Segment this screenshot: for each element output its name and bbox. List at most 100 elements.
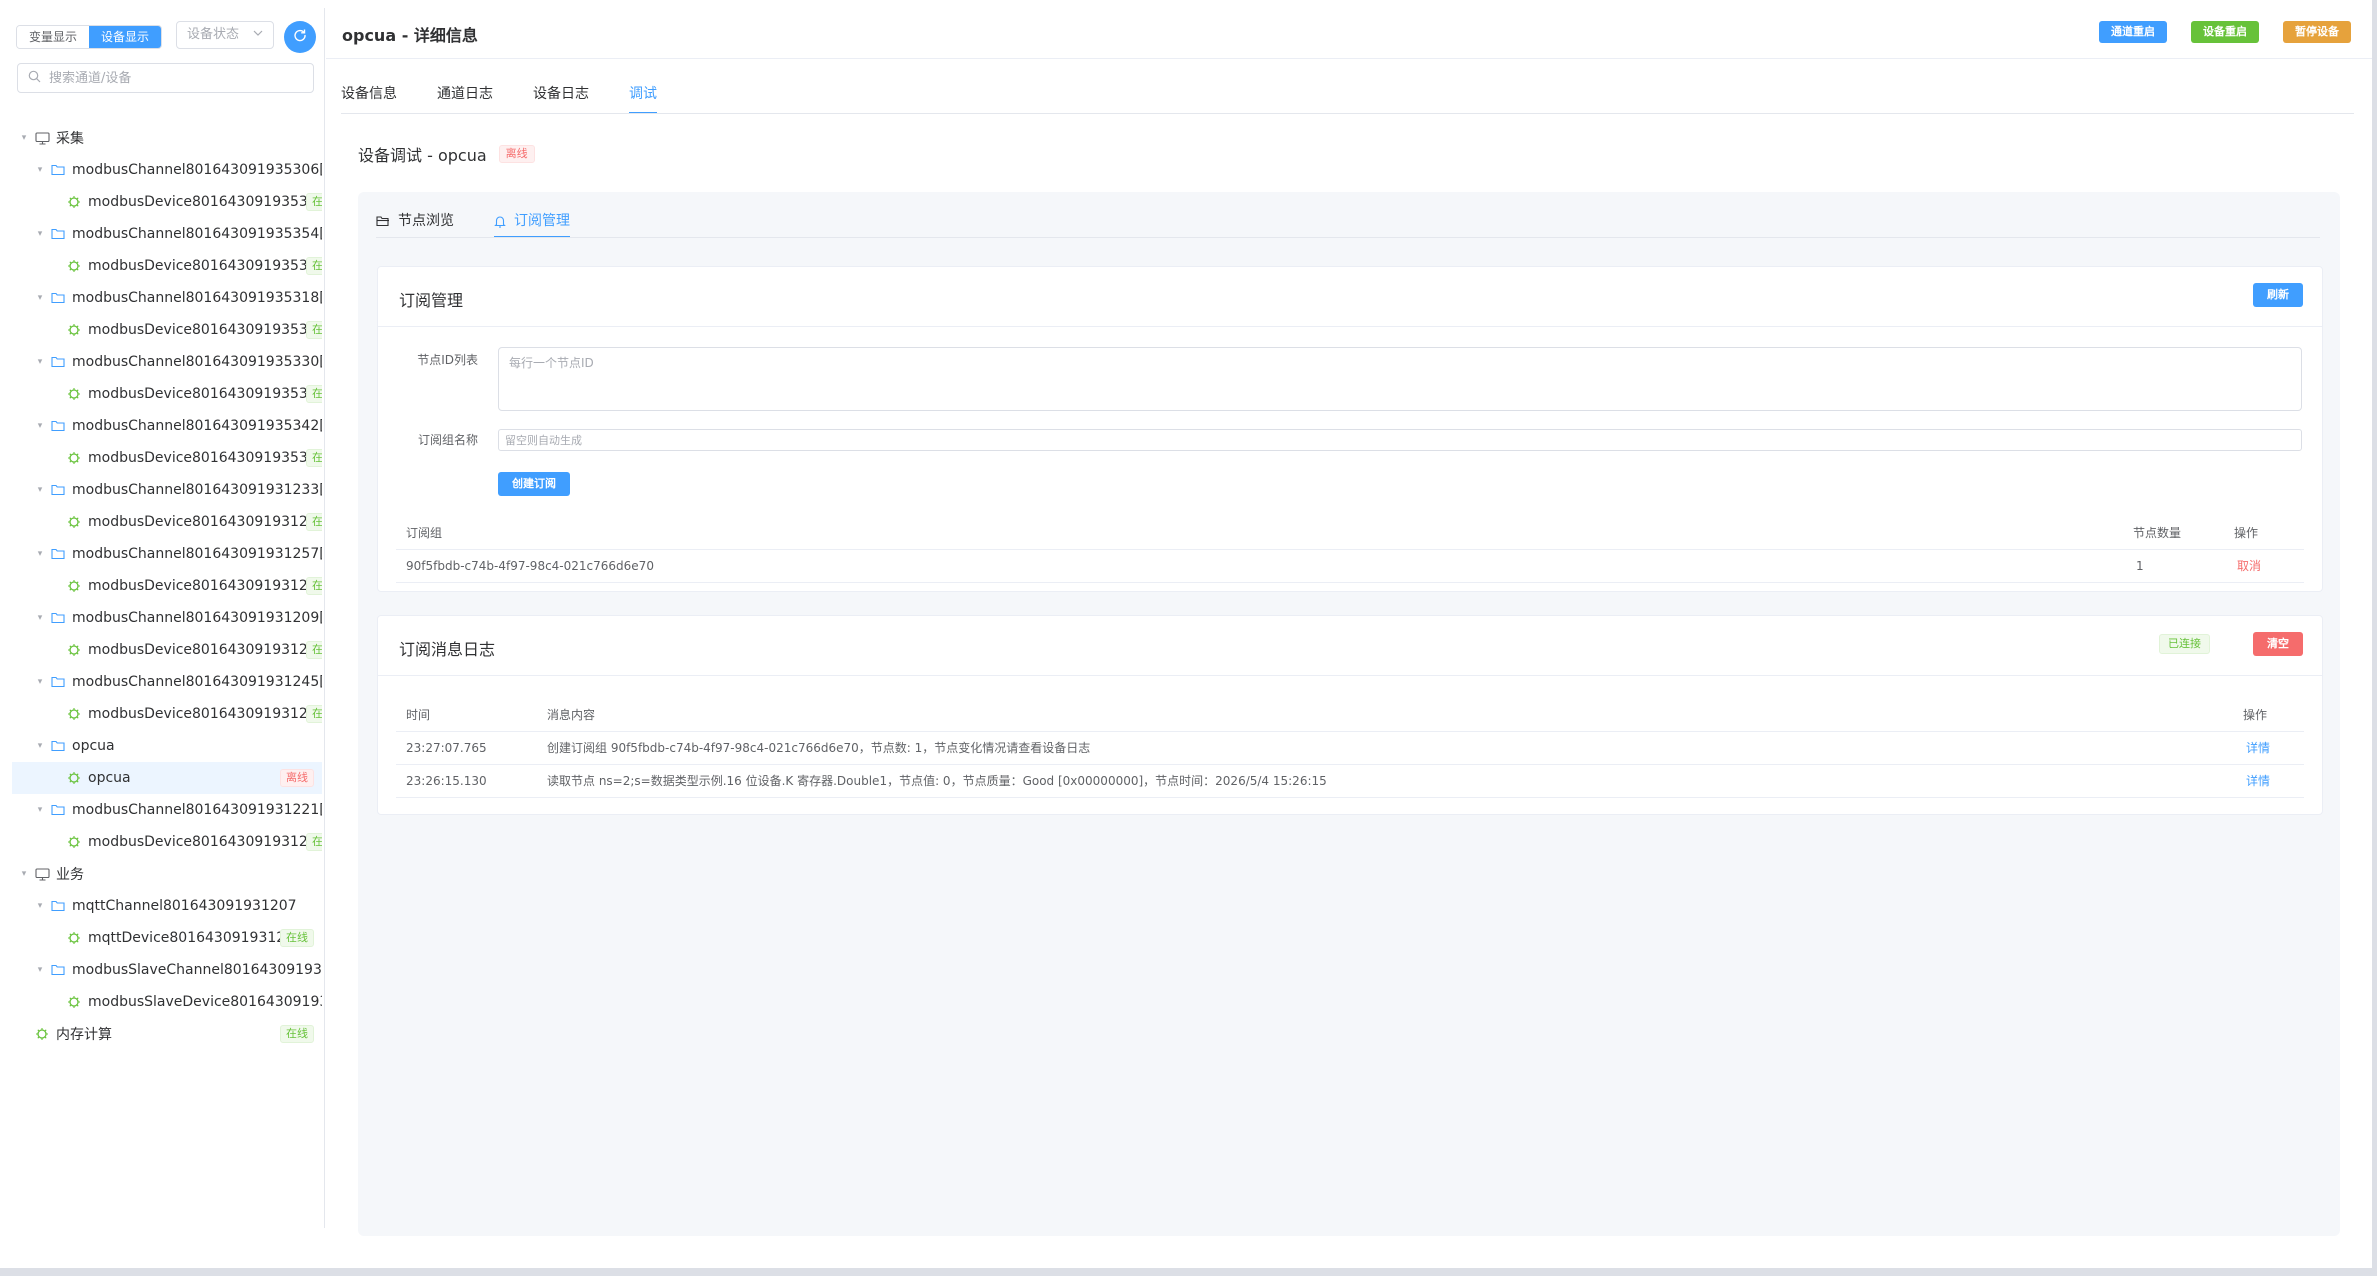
tree-node-channel[interactable]: ▾ modbusChannel801643091931233[12 xyxy=(12,474,322,506)
clear-log-button[interactable]: 清空 xyxy=(2253,632,2303,656)
tree-node-label: modbusChannel801643091935342[12 xyxy=(72,418,322,434)
caret-down-icon[interactable]: ▾ xyxy=(34,612,46,624)
tree-node-device[interactable]: modbusDevice801643091935331在线 xyxy=(12,378,322,410)
tree-node-root[interactable]: ▾ 业务 xyxy=(12,858,322,890)
tree-node-device[interactable]: modbusDevice801643091931246在线 xyxy=(12,698,322,730)
search-input[interactable] xyxy=(47,69,301,87)
tree-node-leaf-root[interactable]: 内存计算 在线 xyxy=(12,1018,322,1050)
device-status-select[interactable]: 设备状态 xyxy=(176,21,274,49)
caret-down-icon[interactable]: ▾ xyxy=(34,356,46,368)
caret-down-icon[interactable]: ▾ xyxy=(34,740,46,752)
tree-node-label: 内存计算 xyxy=(56,1027,112,1043)
col-message: 消息内容 xyxy=(547,708,596,722)
tree-node-device[interactable]: modbusDevice801643091935307在线 xyxy=(12,186,322,218)
restart-channel-button[interactable]: 通道重启 xyxy=(2099,21,2167,43)
detail-link[interactable]: 详情 xyxy=(2246,765,2270,797)
subscription-card-title: 订阅管理 xyxy=(399,291,464,310)
pause-device-button[interactable]: 暂停设备 xyxy=(2283,21,2351,43)
caret-down-icon[interactable]: ▾ xyxy=(34,676,46,688)
create-subscription-button[interactable]: 创建订阅 xyxy=(498,472,570,496)
device-chip-icon xyxy=(66,514,82,530)
tree-node-device[interactable]: modbusDevice801643091931258在线 xyxy=(12,570,322,602)
caret-down-icon[interactable]: ▾ xyxy=(34,420,46,432)
subtab-node-browse[interactable]: 节点浏览 xyxy=(376,206,454,236)
tree-node-channel[interactable]: ▾ opcua xyxy=(12,730,322,762)
page-header: opcua - 详细信息 通道重启 设备重启 暂停设备 xyxy=(326,8,2372,59)
folder-icon xyxy=(50,226,66,242)
cancel-subscription-link[interactable]: 取消 xyxy=(2237,550,2261,582)
tree-node-device[interactable]: modbusDevice801643091935355在线 xyxy=(12,250,322,282)
caret-down-icon[interactable]: ▾ xyxy=(34,964,46,976)
cell-message: 创建订阅组 90f5fbdb-c74b-4f97-98c4-021c766d6e… xyxy=(547,741,1091,755)
status-badge: 在线 xyxy=(280,929,314,947)
tab-channel-log[interactable]: 通道日志 xyxy=(437,80,493,112)
caret-down-icon[interactable]: ▾ xyxy=(34,164,46,176)
tree-node-device[interactable]: modbusDevice801643091935319在线 xyxy=(12,314,322,346)
tree-node-channel[interactable]: ▾ modbusChannel801643091931245[12 xyxy=(12,666,322,698)
tree-node-device[interactable]: modbusDevice801643091935343在线 xyxy=(12,442,322,474)
tab-device-log[interactable]: 设备日志 xyxy=(533,80,589,112)
tree-node-label: mqttDevice801643091931208 xyxy=(88,930,303,946)
tree-node-channel[interactable]: ▾ modbusChannel801643091935330[12 xyxy=(12,346,322,378)
folder-open-icon xyxy=(376,215,390,227)
node-ids-textarea[interactable] xyxy=(498,347,2302,411)
tree-node-device[interactable]: opcua 离线 xyxy=(12,762,322,794)
caret-down-icon[interactable]: ▾ xyxy=(34,292,46,304)
device-chip-icon xyxy=(66,258,82,274)
tree-node-channel[interactable]: ▾ modbusChannel801643091935354[12 xyxy=(12,218,322,250)
tree-node-channel[interactable]: ▾ modbusSlaveChannel8016430919312 xyxy=(12,954,322,986)
status-badge: 在线 xyxy=(306,449,322,467)
subtab-subscription[interactable]: 订阅管理 xyxy=(494,206,570,238)
tree-node-label: modbusChannel801643091931245[12 xyxy=(72,674,322,690)
tab-debug[interactable]: 调试 xyxy=(629,80,657,114)
tree-node-channel[interactable]: ▾ modbusChannel801643091931209[12 xyxy=(12,602,322,634)
group-name-input[interactable] xyxy=(498,429,2302,451)
tree-node-label: modbusDevice801643091931246 xyxy=(88,706,322,722)
card-divider xyxy=(378,675,2322,676)
caret-down-icon[interactable]: ▾ xyxy=(34,804,46,816)
status-badge: 离线 xyxy=(498,145,535,163)
caret-down-icon[interactable]: ▾ xyxy=(34,228,46,240)
tree-node-label: modbusDevice801643091935319 xyxy=(88,322,322,338)
toggle-variable-view[interactable]: 变量显示 xyxy=(17,26,90,48)
caret-down-icon[interactable]: ▾ xyxy=(34,900,46,912)
tree-node-channel[interactable]: ▾ modbusChannel801643091935342[12 xyxy=(12,410,322,442)
tree-node-device[interactable]: modbusDevice801643091931210在线 xyxy=(12,634,322,666)
refresh-subscriptions-button[interactable]: 刷新 xyxy=(2253,283,2303,307)
tree-node-root[interactable]: ▾ 采集 xyxy=(12,122,322,154)
tree-node-label: opcua xyxy=(72,738,115,754)
debug-subtabs: 节点浏览 订阅管理 xyxy=(376,206,610,238)
tree-node-channel[interactable]: ▾ mqttChannel801643091931207 xyxy=(12,890,322,922)
bell-icon xyxy=(494,215,506,228)
caret-down-icon[interactable]: ▾ xyxy=(18,868,30,880)
detail-link[interactable]: 详情 xyxy=(2246,732,2270,764)
restart-device-button[interactable]: 设备重启 xyxy=(2191,21,2259,43)
caret-down-icon[interactable]: ▾ xyxy=(18,132,30,144)
tree-node-channel[interactable]: ▾ modbusChannel801643091931221[12 xyxy=(12,794,322,826)
tree-node-label: modbusDevice801643091935355 xyxy=(88,258,322,274)
cell-count: 1 xyxy=(2136,559,2144,573)
tree-node-channel[interactable]: ▾ modbusChannel801643091931257[12 xyxy=(12,538,322,570)
tree-node-device[interactable]: modbusSlaveDevice801643091931 xyxy=(12,986,322,1018)
tree-node-device[interactable]: modbusDevice801643091931234在线 xyxy=(12,506,322,538)
toggle-device-view[interactable]: 设备显示 xyxy=(89,26,162,48)
tree-node-channel[interactable]: ▾ modbusChannel801643091935306[12 xyxy=(12,154,322,186)
status-badge: 在线 xyxy=(306,385,322,403)
table-row: 23:27:07.765 创建订阅组 90f5fbdb-c74b-4f97-98… xyxy=(396,732,2304,765)
caret-down-icon[interactable]: ▾ xyxy=(34,548,46,560)
tree-node-device[interactable]: modbusDevice801643091931222在线 xyxy=(12,826,322,858)
tree-node-label: mqttChannel801643091931207 xyxy=(72,898,297,914)
caret-down-icon[interactable]: ▾ xyxy=(34,484,46,496)
tree-node-label: modbusDevice801643091935307 xyxy=(88,194,322,210)
message-log-table: 时间 消息内容 操作 23:27:07.765 创建订阅组 90f5fbdb-c… xyxy=(396,699,2304,803)
status-badge: 在线 xyxy=(306,577,322,595)
tab-device-info[interactable]: 设备信息 xyxy=(341,80,397,112)
tree-node-device[interactable]: mqttDevice801643091931208 在线 xyxy=(12,922,322,954)
refresh-tree-button[interactable] xyxy=(284,21,316,53)
tree-node-channel[interactable]: ▾ modbusChannel801643091935318[12 xyxy=(12,282,322,314)
